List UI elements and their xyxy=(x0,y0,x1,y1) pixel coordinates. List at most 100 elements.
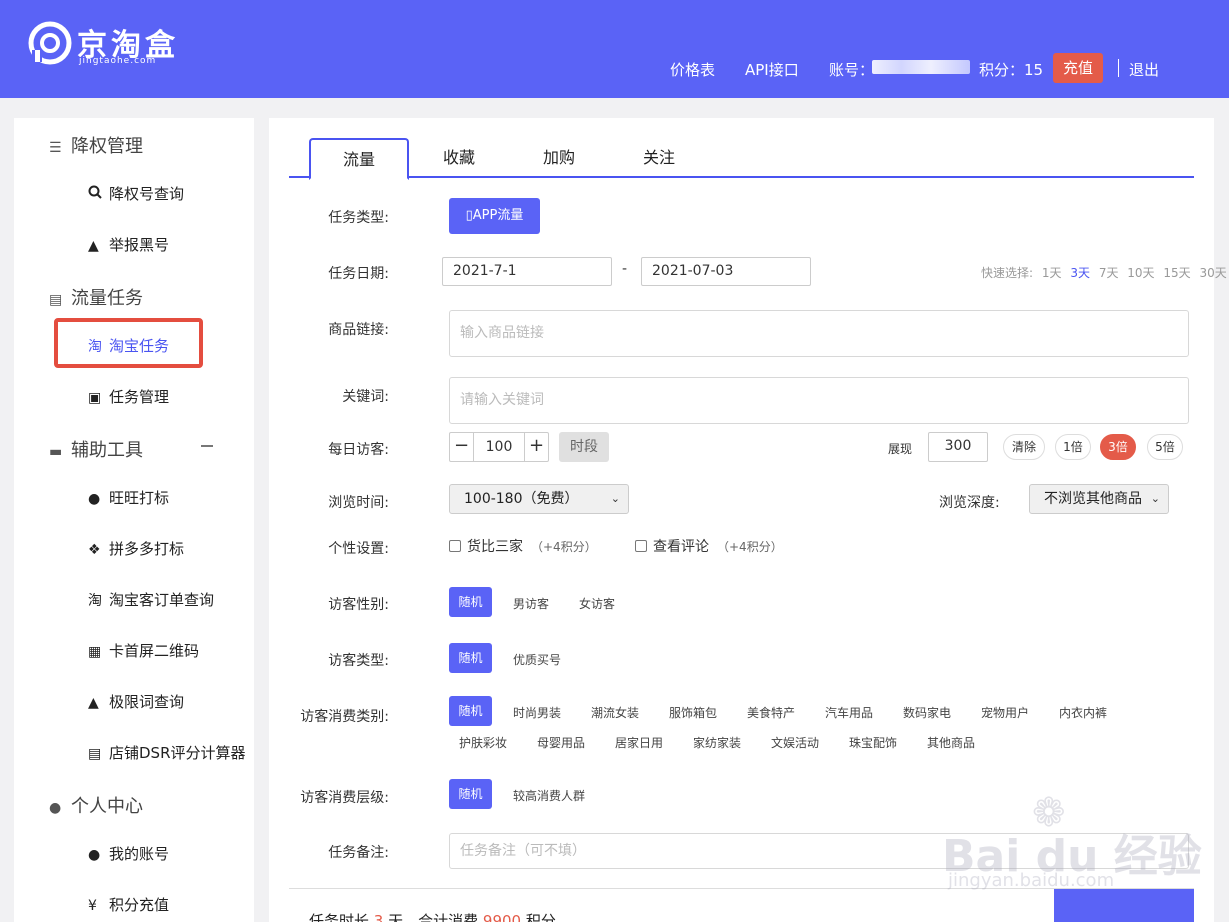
sidebar-item-demotion-query[interactable]: 降权号查询 xyxy=(88,183,184,204)
summary-text: 任务时长 3 天，合计消费 9900 积分 xyxy=(309,912,556,922)
qrcode-icon: ▦ xyxy=(88,644,102,660)
recharge-button[interactable]: 充值 xyxy=(1053,53,1103,83)
browse-depth-select[interactable]: 不浏览其他商品 ⌄ xyxy=(1029,484,1169,514)
consume-option[interactable]: 居家日用 xyxy=(615,734,663,751)
plus-icon[interactable]: + xyxy=(524,433,548,461)
sidebar-item-task-manage[interactable]: ▣ 任务管理 xyxy=(88,386,169,407)
consume-option[interactable]: 时尚男装 xyxy=(513,704,561,721)
multiplier-5x[interactable]: 5倍 xyxy=(1147,434,1183,460)
consume-option[interactable]: 宠物用户 xyxy=(981,704,1029,721)
masked-account-number xyxy=(872,60,970,74)
quick-15-days[interactable]: 15天 xyxy=(1163,266,1190,280)
sidebar-item-report-blacklist[interactable]: ▲ 举报黑号 xyxy=(88,234,169,255)
consume-option[interactable]: 内衣内裤 xyxy=(1059,704,1107,721)
consume-option[interactable]: 文娱活动 xyxy=(771,734,819,751)
browse-time-select[interactable]: 100-180（免费） ⌄ xyxy=(449,484,629,514)
tab-follow[interactable]: 关注 xyxy=(609,138,709,178)
consume-option[interactable]: 家纺家装 xyxy=(693,734,741,751)
phone-icon: ▯ xyxy=(465,208,473,223)
multiplier-3x[interactable]: 3倍 xyxy=(1100,434,1136,460)
visitors-stepper[interactable]: − 100 + xyxy=(449,432,549,462)
clear-button[interactable]: 清除 xyxy=(1003,434,1045,460)
product-link-label: 商品链接: xyxy=(328,322,389,338)
product-link-input[interactable]: 输入商品链接 xyxy=(449,310,1189,357)
sidebar-group-tools[interactable]: ▬ 辅助工具 xyxy=(49,436,143,462)
sidebar-group-traffic[interactable]: ▤ 流量任务 xyxy=(49,284,143,310)
price-link[interactable]: 价格表 xyxy=(670,59,715,80)
sidebar-item-my-account[interactable]: ● 我的账号 xyxy=(88,843,169,864)
quick-7-days[interactable]: 7天 xyxy=(1099,266,1119,280)
search-icon xyxy=(88,185,106,203)
header-nav: 价格表 API接口 账号： 积分：15 xyxy=(0,53,1229,83)
gender-female-option[interactable]: 女访客 xyxy=(579,595,615,612)
gender-male-option[interactable]: 男访客 xyxy=(513,595,549,612)
consume-option[interactable]: 数码家电 xyxy=(903,704,951,721)
tab-add-cart[interactable]: 加购 xyxy=(509,138,609,178)
consume-level-label: 访客消费层级: xyxy=(300,790,389,806)
consume-random-chip[interactable]: 随机 xyxy=(449,696,492,726)
app-traffic-button[interactable]: ▯APP流量 xyxy=(449,198,540,234)
consume-option[interactable]: 服饰箱包 xyxy=(669,704,717,721)
warning-icon: ▲ xyxy=(88,695,99,711)
consume-option[interactable]: 母婴用品 xyxy=(537,734,585,751)
sidebar-group-personal[interactable]: ● 个人中心 xyxy=(49,792,143,818)
sidebar-item-recharge-points[interactable]: ¥ 积分充值 xyxy=(88,894,169,915)
view-comments-checkbox[interactable]: 查看评论 （+4积分） xyxy=(635,536,783,556)
level-random-chip[interactable]: 随机 xyxy=(449,779,492,809)
show-value-input[interactable]: 300 xyxy=(928,432,988,462)
logout-link[interactable]: 退出 xyxy=(1129,59,1159,80)
sidebar-item-wangwang[interactable]: ● 旺旺打标 xyxy=(88,487,169,508)
consume-option[interactable]: 珠宝配饰 xyxy=(849,734,897,751)
sidebar-item-taobao-task[interactable]: 淘淘宝任务 xyxy=(88,335,169,356)
quick-10-days[interactable]: 10天 xyxy=(1127,266,1154,280)
sidebar-item-dsr-calc[interactable]: ▤ 店铺DSR评分计算器 xyxy=(88,742,246,763)
task-type-label: 任务类型: xyxy=(328,210,389,226)
keyword-input[interactable]: 请输入关键词 xyxy=(449,377,1189,424)
quick-select: 快速选择: 1天 3天 7天 10天 15天 30天 xyxy=(981,264,1227,281)
quick-30-days[interactable]: 30天 xyxy=(1200,266,1227,280)
daily-visitors-label: 每日访客: xyxy=(328,442,389,458)
quick-3-days[interactable]: 3天 xyxy=(1070,266,1090,280)
list-icon: ☰ xyxy=(49,140,62,156)
consume-option[interactable]: 其他商品 xyxy=(927,734,975,751)
sidebar-item-qrcode[interactable]: ▦ 卡首屏二维码 xyxy=(88,640,199,661)
top-header: 京淘盒 jingtaohe.com 价格表 API接口 账号： 积分：15 充值… xyxy=(0,0,1229,98)
sidebar-item-pinduoduo[interactable]: ❖ 拼多多打标 xyxy=(88,538,184,559)
sidebar-item-taobaoke-order[interactable]: 淘淘宝客订单查询 xyxy=(88,589,214,610)
visitors-value[interactable]: 100 xyxy=(474,433,524,461)
gender-random-chip[interactable]: 随机 xyxy=(449,587,492,617)
keyword-label: 关键词: xyxy=(342,389,389,405)
taobao-icon: 淘 xyxy=(88,339,102,355)
consume-option[interactable]: 潮流女装 xyxy=(591,704,639,721)
clipboard-icon: ▣ xyxy=(88,390,102,406)
sidebar-item-limit-words[interactable]: ▲ 极限词查询 xyxy=(88,691,184,712)
calculator-icon: ▤ xyxy=(49,292,63,308)
tab-traffic[interactable]: 流量 xyxy=(309,138,409,180)
vtype-quality-option[interactable]: 优质买号 xyxy=(513,651,561,668)
quick-1-day[interactable]: 1天 xyxy=(1042,266,1062,280)
browse-depth-label: 浏览深度: xyxy=(939,495,1000,511)
compare-three-checkbox[interactable]: 货比三家 （+4积分） xyxy=(449,536,597,556)
date-separator: - xyxy=(622,261,628,277)
vtype-random-chip[interactable]: 随机 xyxy=(449,643,492,673)
task-note-label: 任务备注: xyxy=(328,845,389,861)
time-slot-button[interactable]: 时段 xyxy=(559,432,609,462)
multiplier-1x[interactable]: 1倍 xyxy=(1055,434,1091,460)
consume-option[interactable]: 汽车用品 xyxy=(825,704,873,721)
level-high-option[interactable]: 较高消费人群 xyxy=(513,787,585,804)
checkbox-icon[interactable] xyxy=(449,540,461,552)
consume-option[interactable]: 护肤彩妆 xyxy=(459,734,507,751)
api-link[interactable]: API接口 xyxy=(745,59,799,80)
checkbox-icon[interactable] xyxy=(635,540,647,552)
date-start-input[interactable]: 2021-7-1 xyxy=(442,257,612,286)
sidebar-group-demotion[interactable]: ☰ 降权管理 xyxy=(49,132,143,158)
consume-option[interactable]: 美食特产 xyxy=(747,704,795,721)
minus-icon[interactable]: − xyxy=(450,433,474,461)
collapse-minus-icon[interactable] xyxy=(201,445,213,447)
tab-favorite[interactable]: 收藏 xyxy=(409,138,509,178)
visitor-gender-label: 访客性别: xyxy=(328,597,389,613)
date-end-input[interactable]: 2021-07-03 xyxy=(641,257,811,286)
briefcase-icon: ▬ xyxy=(49,444,63,460)
quick-select-label: 快速选择: xyxy=(981,266,1034,280)
chevron-down-icon: ⌄ xyxy=(1150,492,1160,505)
